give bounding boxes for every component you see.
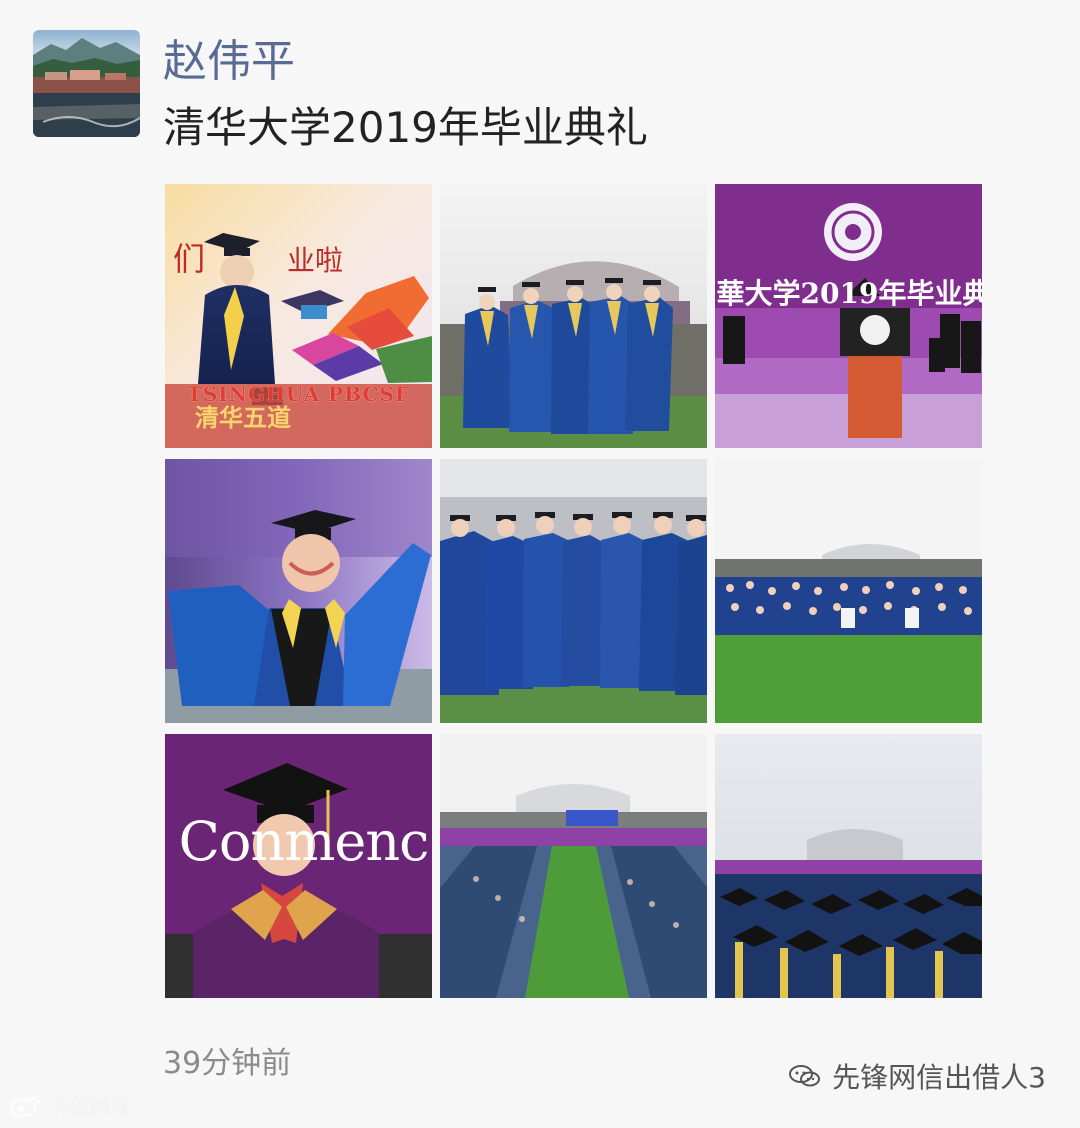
svg-text:清华五道: 清华五道 [195, 404, 291, 432]
watermark-left-text: 大数跨境 [50, 1095, 130, 1119]
photo-1[interactable]: 们 业啦 清华五道 TSINGHUA PBCSF [165, 184, 432, 448]
photo-2[interactable] [440, 184, 707, 448]
watermark-left: 大数跨境 [8, 1091, 130, 1120]
photo-8[interactable] [440, 734, 707, 998]
photo-7[interactable]: Conmenc [165, 734, 432, 998]
watermark-right-text: 先锋网信出借人3 [832, 1061, 1046, 1094]
photo-7-caption: Conmenc [178, 810, 430, 873]
svg-text:业啦: 业啦 [287, 244, 343, 277]
photo-9[interactable] [715, 734, 982, 998]
photo-6-image [715, 459, 982, 723]
photo-4-image [165, 459, 432, 723]
photo-2-image [440, 184, 707, 448]
photo-grid: 们 业啦 清华五道 TSINGHUA PBCSF 華大学2019年毕业典 Con… [165, 184, 983, 998]
photo-1-caption: TSINGHUA PBCSF [186, 382, 411, 406]
weibo-icon [10, 1097, 40, 1117]
post-text: 清华大学2019年毕业典礼 [163, 103, 648, 152]
avatar[interactable] [33, 30, 140, 137]
photo-5[interactable] [440, 459, 707, 723]
photo-3-image [715, 184, 982, 448]
photo-5-image [440, 459, 707, 723]
avatar-image [33, 38, 140, 137]
photo-6[interactable] [715, 459, 982, 723]
photo-4[interactable] [165, 459, 432, 723]
photo-9-image [715, 734, 982, 998]
photo-1-image: 们 业啦 清华五道 [165, 184, 432, 448]
watermark-right: 先锋网信出借人3 [788, 1056, 1046, 1096]
timestamp: 39分钟前 [163, 1046, 292, 1081]
svg-text:们: 们 [173, 240, 205, 278]
wechat-icon [789, 1065, 821, 1087]
photo-3-caption: 華大学2019年毕业典 [716, 277, 982, 310]
author-name[interactable]: 赵伟平 [163, 36, 295, 88]
photo-8-image [440, 734, 707, 998]
photo-3[interactable]: 華大学2019年毕业典 [715, 184, 982, 448]
